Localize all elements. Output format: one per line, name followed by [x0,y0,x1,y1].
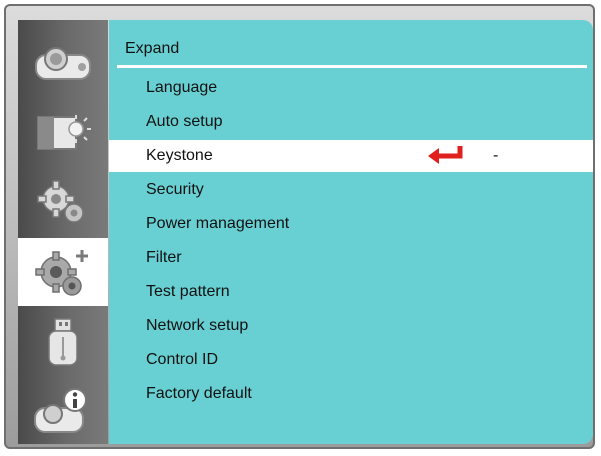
menu-item-label: Language [146,79,218,96]
enter-arrow-icon [428,146,463,164]
sidebar-item-expand[interactable] [18,238,108,306]
menu-item-label: Test pattern [146,283,230,300]
menu-item-security[interactable]: Security [109,174,593,206]
menu-item-network-setup[interactable]: Network setup [109,310,593,342]
sidebar-item-settings[interactable] [18,168,108,236]
keystone-value: - [493,147,499,164]
menu-title: Expand [125,40,180,57]
menu-item-factory-default[interactable]: Factory default [109,378,593,410]
expand-settings-icon [35,250,88,296]
menu-item-label: Network setup [146,317,249,334]
projector-icon [35,47,91,80]
sidebar [18,20,108,444]
sidebar-item-info[interactable] [18,378,108,446]
menu-panel: Expand Language Auto setup Keystone - Se… [109,20,593,444]
menu-item-label: Keystone [146,147,213,164]
osd-window-frame: Expand Language Auto setup Keystone - Se… [4,4,595,449]
menu-item-language[interactable]: Language [109,72,593,104]
info-icon [34,388,87,433]
menu-item-label: Security [146,181,204,198]
sidebar-item-picture[interactable] [18,98,108,166]
menu-item-control-id[interactable]: Control ID [109,344,593,376]
menu-item-label: Auto setup [146,113,223,130]
menu-item-label: Power management [146,215,290,232]
menu-item-auto-setup[interactable]: Auto setup [109,106,593,138]
picture-adjust-icon [37,115,91,150]
menu-item-label: Filter [146,249,182,266]
usb-icon [48,318,78,366]
menu-item-test-pattern[interactable]: Test pattern [109,276,593,308]
menu-item-keystone[interactable]: Keystone - [109,140,593,172]
title-divider [117,65,587,68]
settings-gear-icon [37,180,84,223]
sidebar-item-usb[interactable] [18,308,108,376]
menu-item-label: Factory default [146,385,252,402]
menu-item-power-management[interactable]: Power management [109,208,593,240]
menu-item-label: Control ID [146,351,219,368]
menu-item-filter[interactable]: Filter [109,242,593,274]
sidebar-item-projector[interactable] [18,28,108,96]
